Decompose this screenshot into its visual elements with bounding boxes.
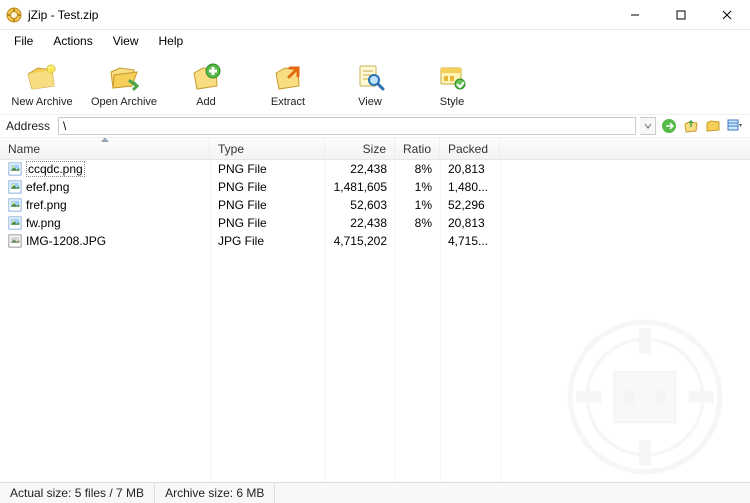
chevron-down-icon <box>644 122 652 130</box>
extract-icon <box>272 62 304 94</box>
style-icon <box>436 62 468 94</box>
cell-name: fw.png <box>0 216 210 230</box>
file-name: ccqdc.png <box>26 161 85 177</box>
sort-asc-icon <box>101 138 109 142</box>
cell-name: efef.png <box>0 180 210 194</box>
column-size-header[interactable]: Size <box>325 138 395 159</box>
cell-name: ccqdc.png <box>0 161 210 177</box>
column-header-row: Name Type Size Ratio Packed <box>0 138 750 160</box>
go-button[interactable] <box>660 117 678 135</box>
cell-packed: 52,296 <box>440 198 500 212</box>
table-row[interactable]: ccqdc.png PNG File22,4388%20,813 <box>0 160 750 178</box>
cell-packed: 20,813 <box>440 216 500 230</box>
file-name: fref.png <box>26 198 67 212</box>
cell-size: 1,481,605 <box>325 180 395 194</box>
cell-packed: 4,715... <box>440 234 500 248</box>
new-archive-icon <box>26 62 58 94</box>
status-bar: Actual size: 5 files / 7 MB Archive size… <box>0 482 750 503</box>
column-name-header[interactable]: Name <box>0 138 210 159</box>
menu-help[interactable]: Help <box>151 32 192 50</box>
cell-type: PNG File <box>210 216 325 230</box>
view-label: View <box>358 96 382 108</box>
views-icon <box>727 118 743 134</box>
open-archive-icon <box>108 62 140 94</box>
cell-size: 52,603 <box>325 198 395 212</box>
style-label: Style <box>440 96 464 108</box>
view-icon <box>354 62 386 94</box>
cell-ratio: 1% <box>395 198 440 212</box>
column-name-label: Name <box>8 142 40 156</box>
status-actual-size: Actual size: 5 files / 7 MB <box>0 483 155 503</box>
menubar: File Actions View Help <box>0 30 750 52</box>
file-name: efef.png <box>26 180 69 194</box>
folder-up-icon <box>683 118 699 134</box>
file-name: fw.png <box>26 216 61 230</box>
cell-ratio: 1% <box>395 180 440 194</box>
menu-view[interactable]: View <box>105 32 147 50</box>
cell-ratio: 8% <box>395 162 440 176</box>
cell-type: PNG File <box>210 198 325 212</box>
file-name: IMG-1208.JPG <box>26 234 106 248</box>
folder-icon <box>705 118 721 134</box>
open-archive-button[interactable]: Open Archive <box>88 56 160 114</box>
folder-button[interactable] <box>704 117 722 135</box>
go-arrow-icon <box>661 118 677 134</box>
cell-name: IMG-1208.JPG <box>0 234 210 248</box>
style-button[interactable]: Style <box>416 56 488 114</box>
column-packed-header[interactable]: Packed <box>440 138 500 159</box>
cell-packed: 20,813 <box>440 162 500 176</box>
close-button[interactable] <box>704 0 750 30</box>
cell-size: 22,438 <box>325 216 395 230</box>
cell-size: 4,715,202 <box>325 234 395 248</box>
add-icon <box>190 62 222 94</box>
add-button[interactable]: Add <box>170 56 242 114</box>
window-title: jZip - Test.zip <box>28 8 612 22</box>
address-label: Address <box>6 119 50 133</box>
table-row[interactable]: efef.png PNG File1,481,6051%1,480... <box>0 178 750 196</box>
menu-file[interactable]: File <box>6 32 41 50</box>
new-archive-label: New Archive <box>11 96 72 108</box>
cell-packed: 1,480... <box>440 180 500 194</box>
table-row[interactable]: fw.png PNG File22,4388%20,813 <box>0 214 750 232</box>
extract-label: Extract <box>271 96 305 108</box>
menu-actions[interactable]: Actions <box>45 32 100 50</box>
column-ratio-header[interactable]: Ratio <box>395 138 440 159</box>
vault-watermark-icon <box>560 312 730 482</box>
address-input[interactable] <box>58 117 636 135</box>
up-button[interactable] <box>682 117 700 135</box>
cell-size: 22,438 <box>325 162 395 176</box>
status-archive-size: Archive size: 6 MB <box>155 483 275 503</box>
rows-container: ccqdc.pngPNG File22,4388%20,813efef.pngP… <box>0 160 750 482</box>
table-row[interactable]: IMG-1208.JPG JPG File4,715,202 4,715... <box>0 232 750 250</box>
toolbar: New Archive Open Archive Add <box>0 52 750 114</box>
cell-name: fref.png <box>0 198 210 212</box>
cell-type: JPG File <box>210 234 325 248</box>
cell-ratio: 8% <box>395 216 440 230</box>
column-type-header[interactable]: Type <box>210 138 325 159</box>
file-list: Name Type Size Ratio Packed <box>0 138 750 482</box>
minimize-button[interactable] <box>612 0 658 30</box>
table-row[interactable]: fref.png PNG File52,6031%52,296 <box>0 196 750 214</box>
address-dropdown-button[interactable] <box>640 117 656 135</box>
cell-type: PNG File <box>210 180 325 194</box>
app-icon <box>6 7 22 23</box>
view-button[interactable]: View <box>334 56 406 114</box>
add-label: Add <box>196 96 216 108</box>
address-bar: Address <box>0 114 750 138</box>
maximize-button[interactable] <box>658 0 704 30</box>
open-archive-label: Open Archive <box>91 96 157 108</box>
views-dropdown-button[interactable] <box>726 117 744 135</box>
cell-type: PNG File <box>210 162 325 176</box>
extract-button[interactable]: Extract <box>252 56 324 114</box>
new-archive-button[interactable]: New Archive <box>6 56 78 114</box>
titlebar: jZip - Test.zip <box>0 0 750 30</box>
